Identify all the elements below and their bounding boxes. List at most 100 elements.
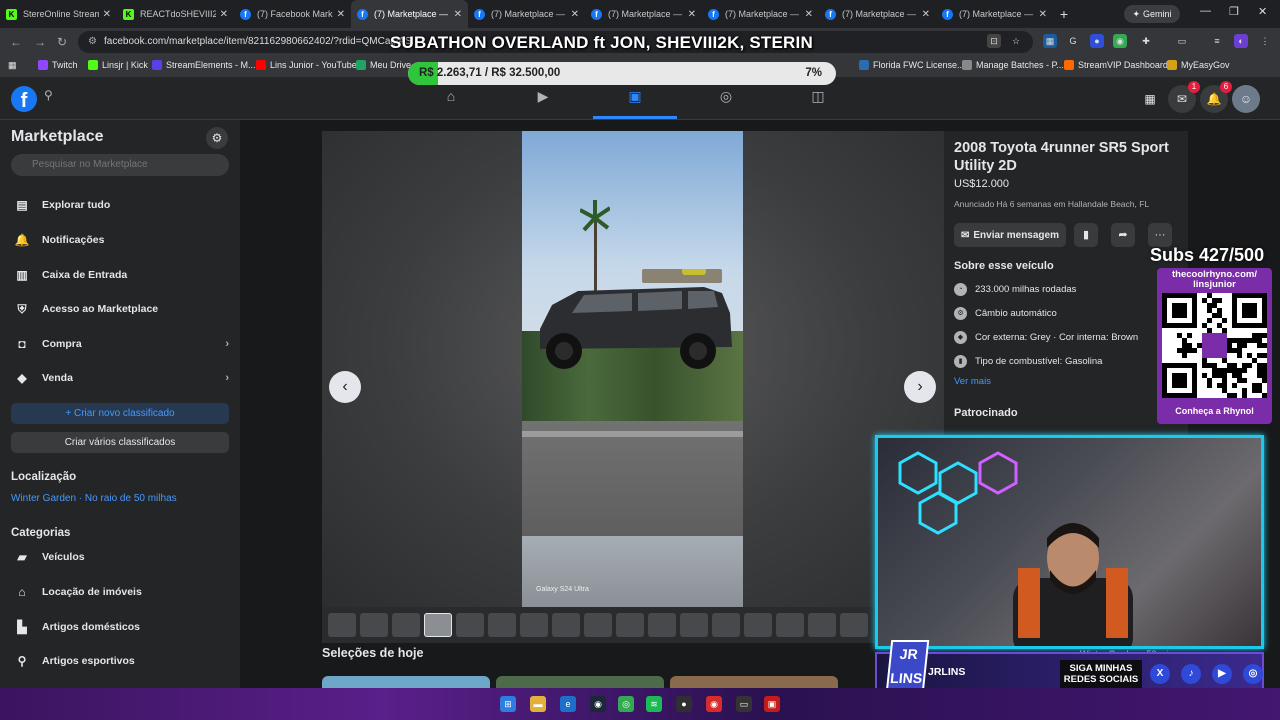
back-icon[interactable]: ← [10,35,22,49]
marketplace-icon[interactable]: ▣ [621,88,649,110]
send-message-button[interactable]: ✉ Enviar mensagem [954,223,1066,247]
gemini-button[interactable]: ✦ Gemini [1124,5,1180,23]
start-icon[interactable]: ⊞ [500,696,516,712]
listing-card[interactable] [322,676,490,688]
record-icon[interactable]: ◉ [706,696,722,712]
bookmark-item[interactable]: Meu Drive [356,60,411,70]
photo-thumbnail[interactable] [840,613,868,637]
groups-icon[interactable]: ◎ [712,88,740,110]
photo-thumbnail[interactable] [808,613,836,637]
sidebar-toggle-icon[interactable]: ▭ [1175,34,1189,48]
category-item[interactable]: ⚲ Artigos esportivos [11,648,229,674]
video-icon[interactable]: ▶ [529,88,557,110]
terminal-icon[interactable]: ▭ [736,696,752,712]
close-tab-icon[interactable]: ✕ [337,9,345,20]
close-tab-icon[interactable]: ✕ [220,9,228,20]
bookmark-item[interactable]: Twitch [38,60,78,70]
photo-thumbnail[interactable] [392,613,420,637]
photo-thumbnail[interactable] [712,613,740,637]
category-item[interactable]: ▙ Artigos domésticos [11,614,229,640]
search-icon[interactable]: ⚲ [44,88,68,110]
edge-icon[interactable]: e [560,696,576,712]
browser-tab[interactable]: K REACTdoSHEVIII2K ✕ [117,0,234,28]
media-icon[interactable]: ≡ [1210,34,1224,48]
photo-thumbnail[interactable] [520,613,548,637]
more-options-button[interactable]: ··· [1148,223,1172,247]
bookmark-item[interactable]: StreamVIP Dashboard [1064,60,1168,70]
maximize-icon[interactable]: ❐ [1229,5,1239,18]
sidebar-item-explorar-tudo[interactable]: ▤ Explorar tudo [11,192,229,218]
close-tab-icon[interactable]: ✕ [922,9,930,20]
photo-thumbnail[interactable] [328,613,356,637]
create-listing-button[interactable]: + Criar novo classificado [11,403,229,424]
app-icon[interactable]: ▣ [764,696,780,712]
avatar[interactable]: ☺ [1232,85,1260,113]
bookmark-item[interactable]: Linsjr | Kick [88,60,148,70]
minimize-icon[interactable]: — [1200,5,1211,17]
install-icon[interactable]: ⊡ [987,34,1001,48]
close-window-icon[interactable]: ✕ [1258,5,1267,18]
close-tab-icon[interactable]: ✕ [571,9,579,20]
listing-card[interactable] [496,676,664,688]
menu-kebab-icon[interactable]: ⋮ [1258,34,1272,48]
category-item[interactable]: ⌂ Locação de imóveis [11,579,229,605]
location-link[interactable]: Winter Garden · No raio de 50 milhas [11,493,177,504]
google-icon[interactable]: G [1066,34,1080,48]
photo-thumbnail[interactable] [744,613,772,637]
menu-grid-icon[interactable]: ▦ [1136,85,1164,113]
see-more-link[interactable]: Ver mais [954,376,991,387]
facebook-logo[interactable]: f [11,86,37,112]
share-button[interactable]: ➦ [1111,223,1135,247]
bell-icon[interactable]: 🔔 6 [1200,81,1232,113]
puzzle-icon[interactable]: ✚ [1139,34,1153,48]
browser-tab[interactable]: f (7) Marketplace — ✕ [468,0,585,28]
reload-icon[interactable]: ↻ [57,35,67,49]
close-tab-icon[interactable]: ✕ [688,9,696,20]
extension-icon[interactable]: ● [1090,34,1104,48]
photo-thumbnail[interactable] [584,613,612,637]
photo-thumbnail[interactable] [776,613,804,637]
bookmark-item[interactable]: StreamElements - M... [152,60,256,70]
listing-photo[interactable]: Galaxy S24 Ultra [522,131,743,607]
chrome-icon[interactable]: ◎ [618,696,634,712]
browser-tab[interactable]: f (7) Marketplace — ✕ [819,0,936,28]
spotify-icon[interactable]: ≋ [646,696,662,712]
photo-thumbnail[interactable] [488,613,516,637]
profile-icon[interactable]: ◐ [1234,34,1248,48]
forward-icon[interactable]: → [34,35,46,49]
next-photo-button[interactable]: › [904,371,936,403]
photo-thumbnail[interactable] [616,613,644,637]
photo-thumbnail[interactable] [424,613,452,637]
bookmark-star-icon[interactable]: ☆ [1009,34,1023,48]
extension-icon[interactable]: ▦ [1043,34,1057,48]
listing-card[interactable] [670,676,838,688]
apps-grid-icon[interactable]: ▦ [8,60,17,71]
gaming-icon[interactable]: ◫ [804,88,832,110]
obs-icon[interactable]: ● [676,696,692,712]
close-tab-icon[interactable]: ✕ [454,9,462,20]
photo-thumbnail[interactable] [680,613,708,637]
close-tab-icon[interactable]: ✕ [103,9,111,20]
photo-thumbnail[interactable] [456,613,484,637]
save-bookmark-button[interactable]: ▮ [1074,223,1098,247]
close-tab-icon[interactable]: ✕ [1039,9,1047,20]
gear-icon[interactable]: ⚙ [206,127,228,149]
sidebar-item-notifica-es[interactable]: 🔔 Notificações [11,227,229,253]
bookmark-item[interactable]: Lins Junior - YouTube [256,60,357,70]
browser-tab[interactable]: f (7) Marketplace — ✕ [936,0,1053,28]
photo-thumbnail[interactable] [648,613,676,637]
sidebar-item-caixa-de-entrada[interactable]: ▥ Caixa de Entrada [11,262,229,288]
create-multiple-listings-button[interactable]: Criar vários classificados [11,432,229,453]
browser-tab[interactable]: f (7) Marketplace — ✕ [351,0,468,28]
marketplace-search-input[interactable] [11,154,229,176]
sidebar-item-acesso-ao-marketplace[interactable]: ⛨ Acesso ao Marketplace [11,296,229,322]
bookmark-item[interactable]: MyEasyGov [1167,60,1230,70]
browser-tab[interactable]: K StereOnline Stream ✕ [0,0,117,28]
new-tab-icon[interactable]: + [1053,6,1075,22]
bookmark-item[interactable]: Manage Batches - P... [962,60,1064,70]
home-icon[interactable]: ⌂ [437,88,465,110]
photo-thumbnail[interactable] [360,613,388,637]
bookmark-item[interactable]: Florida FWC License... [859,60,965,70]
folder-icon[interactable]: ▬ [530,696,546,712]
close-tab-icon[interactable]: ✕ [805,9,813,20]
